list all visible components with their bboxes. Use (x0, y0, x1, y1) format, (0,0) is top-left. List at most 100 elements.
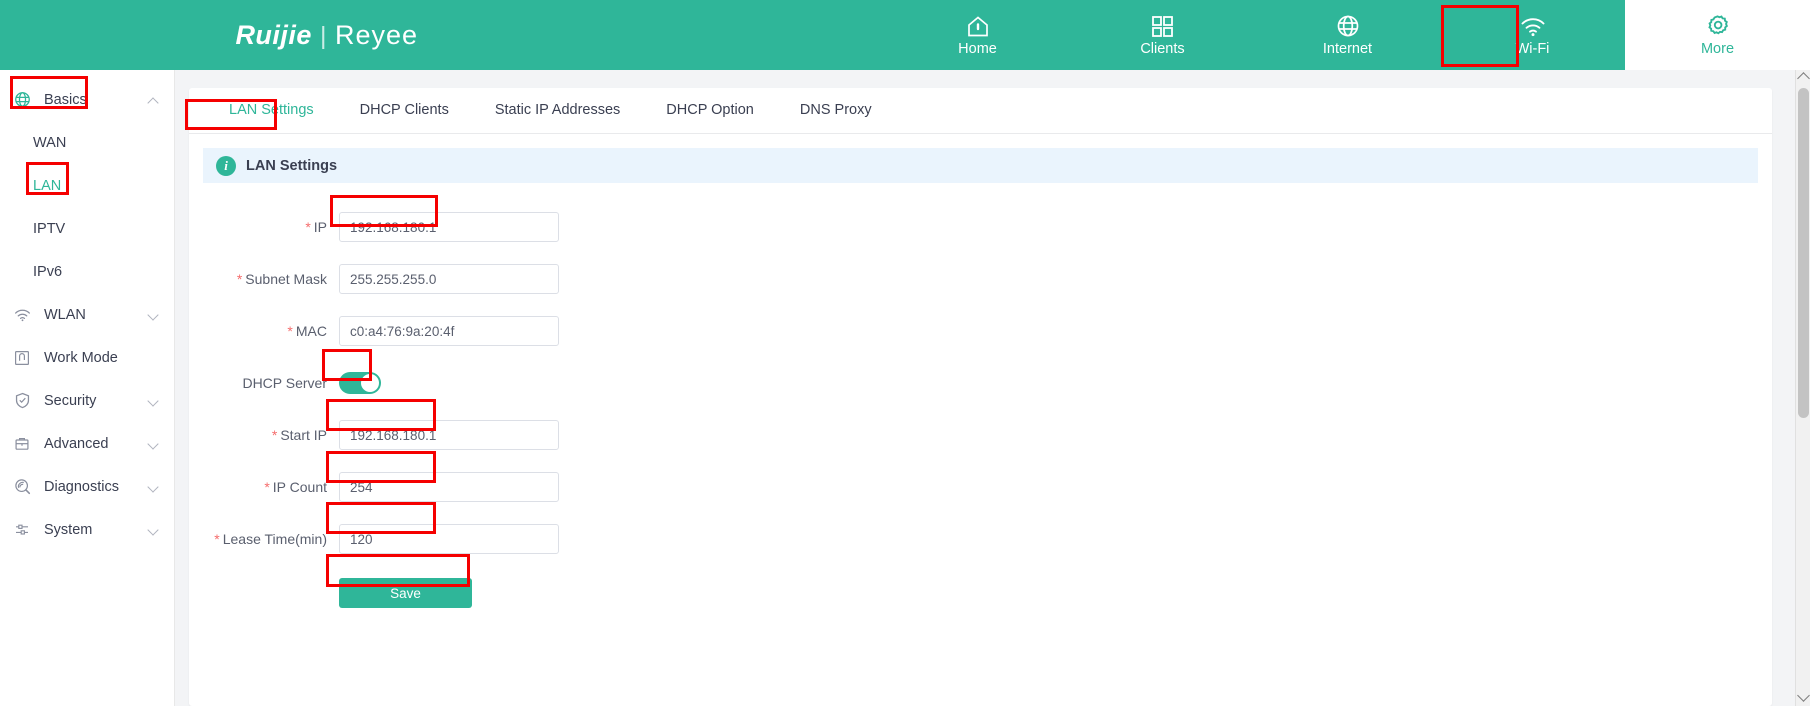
field-label-dhcp-server: DHCP Server (189, 375, 339, 391)
wifi-icon (1520, 13, 1546, 39)
sidebar-item-system[interactable]: System (0, 508, 174, 551)
tab-dhcp-clients[interactable]: DHCP Clients (337, 88, 472, 133)
brand-logo: Ruijie | Reyee (0, 0, 510, 70)
sidebar-item-label: WAN (33, 134, 67, 151)
grid-icon (1151, 13, 1174, 39)
chevron-down-icon[interactable] (148, 309, 160, 321)
tab-label: Static IP Addresses (494, 102, 621, 118)
tab-lan-settings[interactable]: LAN Settings (206, 88, 337, 133)
field-label-lease-time: * Lease Time(min) (189, 531, 339, 547)
tab-label: DHCP Clients (359, 102, 449, 118)
shield-icon (14, 392, 36, 410)
tab-label: DHCP Option (666, 102, 754, 118)
required-marker: * (271, 427, 278, 443)
lease-time-input[interactable] (339, 524, 559, 554)
label-text: Lease Time(min) (222, 531, 327, 547)
field-label-subnet-mask: * Subnet Mask (189, 271, 339, 287)
nav-item-clients[interactable]: Clients (1070, 0, 1255, 70)
label-text: MAC (295, 323, 327, 339)
subnet-mask-input[interactable] (339, 264, 559, 294)
content-card: LAN Settings DHCP Clients Static IP Addr… (189, 88, 1772, 706)
top-nav: Home Clients Internet Wi-Fi More (510, 0, 1810, 70)
scroll-down-arrow-icon[interactable] (1797, 689, 1810, 702)
sidebar-item-label: Security (44, 392, 97, 409)
label-text: DHCP Server (242, 375, 327, 391)
required-marker: * (236, 271, 243, 287)
tab-dhcp-option[interactable]: DHCP Option (643, 88, 777, 133)
sidebar-item-lan[interactable]: LAN (0, 164, 174, 207)
field-label-ip-count: * IP Count (189, 479, 339, 495)
required-marker: * (287, 323, 293, 339)
sidebar-item-label: Advanced (44, 435, 109, 452)
tab-bar: LAN Settings DHCP Clients Static IP Addr… (189, 88, 1772, 134)
diagnostics-icon (14, 478, 36, 496)
chevron-down-icon[interactable] (148, 481, 160, 493)
nav-item-more[interactable]: More (1625, 0, 1810, 70)
save-button[interactable]: Save (339, 578, 472, 608)
field-label-mac: * MAC (189, 323, 339, 339)
field-label-start-ip: * Start IP (189, 427, 339, 443)
info-banner: i LAN Settings (203, 148, 1758, 183)
ip-input[interactable] (339, 212, 559, 242)
scroll-up-arrow-icon[interactable] (1797, 72, 1810, 85)
chevron-up-icon[interactable] (148, 94, 160, 106)
system-icon (14, 521, 36, 539)
home-icon (966, 13, 990, 39)
banner-title: LAN Settings (246, 157, 338, 174)
sidebar-item-security[interactable]: Security (0, 379, 174, 422)
sidebar-item-wlan[interactable]: WLAN (0, 293, 174, 336)
nav-item-wifi[interactable]: Wi-Fi (1440, 0, 1625, 70)
sidebar-item-label: Work Mode (44, 349, 118, 366)
vertical-scrollbar[interactable] (1795, 70, 1810, 706)
gear-icon (1705, 13, 1730, 39)
sidebar-item-basics[interactable]: Basics (0, 78, 174, 121)
tab-dns-proxy[interactable]: DNS Proxy (777, 88, 895, 133)
field-label-ip: * IP (189, 219, 339, 235)
nav-item-internet[interactable]: Internet (1255, 0, 1440, 70)
sidebar-item-advanced[interactable]: Advanced (0, 422, 174, 465)
form-row-start-ip: * Start IP (189, 409, 1772, 461)
chevron-down-icon[interactable] (148, 395, 160, 407)
sidebar-item-label: System (44, 521, 93, 538)
nav-label: Clients (1140, 41, 1185, 58)
globe-icon (1336, 13, 1360, 39)
form-row-mac: * MAC (189, 305, 1772, 357)
chevron-down-icon[interactable] (148, 524, 160, 536)
top-header: Ruijie | Reyee Home Clients Internet Wi-… (0, 0, 1810, 70)
scrollbar-thumb[interactable] (1798, 88, 1809, 418)
form-row-subnet-mask: * Subnet Mask (189, 253, 1772, 305)
required-marker: * (305, 219, 311, 235)
nav-label: Home (958, 41, 997, 58)
tab-label: DNS Proxy (799, 102, 872, 118)
main-content: LAN Settings DHCP Clients Static IP Addr… (175, 70, 1795, 706)
tab-static-ip-addresses[interactable]: Static IP Addresses (472, 88, 643, 133)
chevron-down-icon[interactable] (148, 438, 160, 450)
form-actions: Save (189, 565, 1772, 621)
sidebar-item-ipv6[interactable]: IPv6 (0, 250, 174, 293)
label-text: Subnet Mask (245, 271, 327, 287)
brand-primary: Ruijie (235, 19, 312, 50)
info-icon: i (216, 155, 236, 176)
label-text: IP Count (272, 479, 327, 495)
sidebar: Basics WAN LAN IPTV IPv6 WLAN Work Mode … (0, 70, 175, 706)
dhcp-server-toggle[interactable] (339, 372, 381, 394)
form-row-lease-time: * Lease Time(min) (189, 513, 1772, 565)
sidebar-item-iptv[interactable]: IPTV (0, 207, 174, 250)
mac-input[interactable] (339, 316, 559, 346)
sidebar-item-work-mode[interactable]: Work Mode (0, 336, 174, 379)
sidebar-item-diagnostics[interactable]: Diagnostics (0, 465, 174, 508)
start-ip-input[interactable] (339, 420, 559, 450)
ip-count-input[interactable] (339, 472, 559, 502)
label-text: Start IP (280, 427, 327, 443)
sidebar-item-wan[interactable]: WAN (0, 121, 174, 164)
globe-icon (14, 91, 36, 109)
sidebar-item-label: LAN (33, 177, 62, 194)
brand-separator: | (319, 21, 327, 50)
sidebar-item-label: IPTV (33, 220, 66, 237)
nav-label: Internet (1322, 41, 1373, 58)
nav-item-home[interactable]: Home (885, 0, 1070, 70)
sidebar-item-label: Diagnostics (44, 478, 119, 495)
work-mode-icon (14, 349, 36, 367)
required-marker: * (264, 479, 270, 495)
nav-label: Wi-Fi (1515, 41, 1550, 58)
